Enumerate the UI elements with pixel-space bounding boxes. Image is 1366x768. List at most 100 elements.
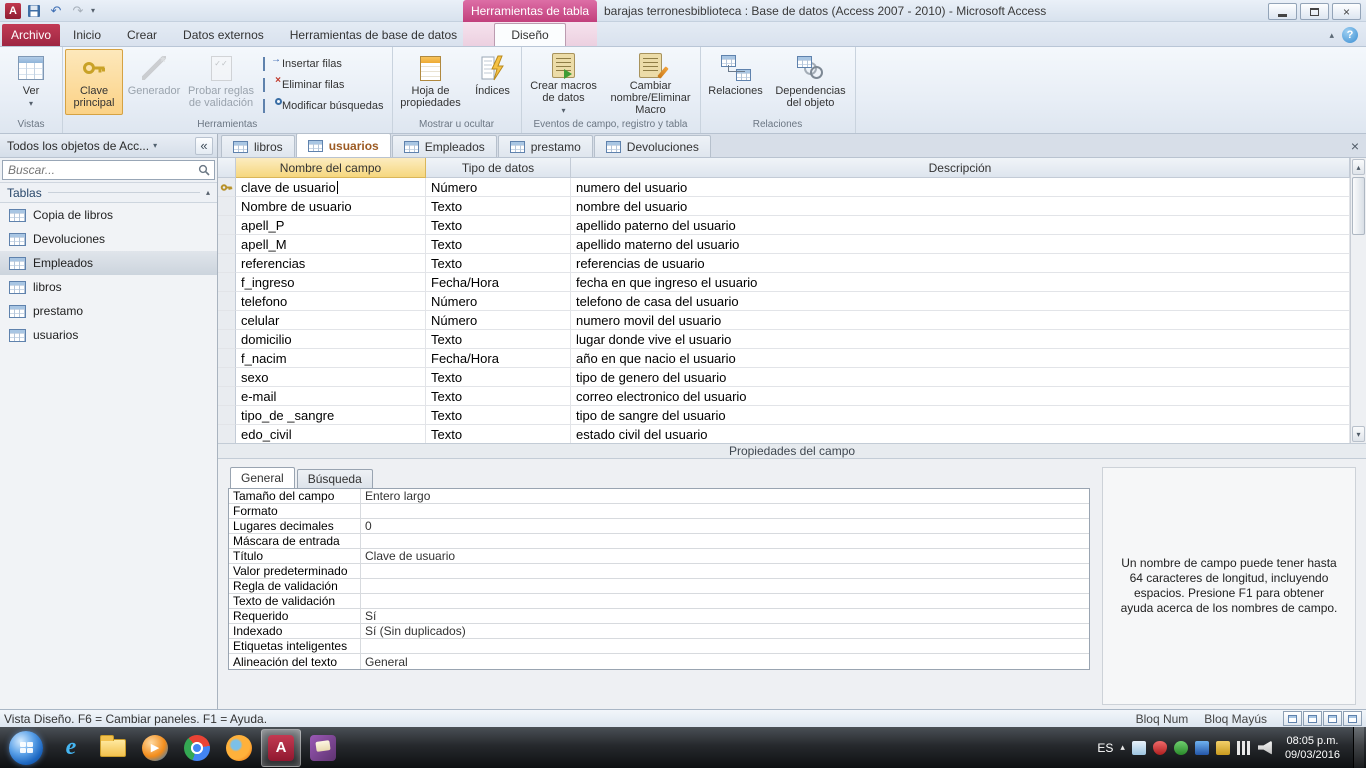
data-type-cell[interactable]: Texto [426, 406, 571, 425]
data-type-cell[interactable]: Fecha/Hora [426, 349, 571, 368]
table-row[interactable]: apell_P Texto apellido paterno del usuar… [218, 216, 1350, 235]
row-selector[interactable] [218, 406, 236, 425]
relationships-button[interactable]: Relaciones [703, 49, 769, 115]
description-cell[interactable]: apellido materno del usuario [571, 235, 1350, 254]
help-icon[interactable]: ? [1342, 27, 1358, 43]
field-name-cell[interactable]: apell_M [236, 235, 426, 254]
tab-general[interactable]: General [230, 467, 295, 488]
description-cell[interactable]: correo electronico del usuario [571, 387, 1350, 406]
data-type-cell[interactable]: Texto [426, 235, 571, 254]
data-type-cell[interactable]: Texto [426, 425, 571, 444]
row-selector[interactable] [218, 387, 236, 406]
data-type-cell[interactable]: Texto [426, 197, 571, 216]
redo-icon[interactable]: ↷ [69, 2, 87, 20]
show-desktop-button[interactable] [1353, 727, 1364, 768]
field-name-cell[interactable]: apell_P [236, 216, 426, 235]
nav-item-usuarios[interactable]: usuarios [0, 323, 217, 347]
tab-datos-externos[interactable]: Datos externos [170, 24, 277, 46]
section-collapse-icon[interactable]: ▴ [206, 188, 210, 197]
property-row[interactable]: TítuloClave de usuario [229, 549, 1089, 564]
insert-rows-button[interactable]: → Insertar filas [263, 55, 384, 72]
row-selector[interactable] [218, 235, 236, 254]
minimize-ribbon-icon[interactable]: ▴ [1329, 30, 1334, 41]
undo-icon[interactable]: ↶ [47, 2, 65, 20]
property-row[interactable]: Lugares decimales0 [229, 519, 1089, 534]
row-selector[interactable] [218, 197, 236, 216]
field-name-cell[interactable]: f_ingreso [236, 273, 426, 292]
tray-sync-icon[interactable] [1195, 741, 1209, 755]
tab-crear[interactable]: Crear [114, 24, 170, 46]
row-selector[interactable] [218, 368, 236, 387]
qat-customize-icon[interactable]: ▾ [91, 6, 95, 15]
field-name-cell[interactable]: referencias [236, 254, 426, 273]
nav-pane-header[interactable]: Todos los objetos de Acc... ▾ « [0, 134, 217, 158]
table-row[interactable]: clave de usuario Número numero del usuar… [218, 178, 1350, 197]
nav-item-prestamo[interactable]: prestamo [0, 299, 217, 323]
data-type-cell[interactable]: Texto [426, 368, 571, 387]
nav-pane-dropdown-icon[interactable]: ▾ [153, 141, 157, 150]
taskbar-explorer-icon[interactable] [93, 729, 133, 767]
close-document-icon[interactable]: × [1351, 138, 1359, 154]
description-header[interactable]: Descripción [571, 158, 1350, 178]
access-app-icon[interactable]: A [5, 3, 21, 19]
data-type-header[interactable]: Tipo de datos [426, 158, 571, 178]
nav-item-empleados[interactable]: Empleados [0, 251, 217, 275]
description-cell[interactable]: nombre del usuario [571, 197, 1350, 216]
description-cell[interactable]: año en que nacio el usuario [571, 349, 1350, 368]
data-type-cell[interactable]: Número [426, 292, 571, 311]
doc-tab-devoluciones[interactable]: Devoluciones [594, 135, 711, 157]
table-row[interactable]: tipo_de _sangre Texto tipo de sangre del… [218, 406, 1350, 425]
maximize-button[interactable] [1300, 3, 1329, 20]
tab-diseno[interactable]: Diseño [494, 23, 565, 46]
doc-tab-usuarios[interactable]: usuarios [296, 133, 391, 157]
scroll-down-icon[interactable]: ▾ [1352, 426, 1365, 442]
property-row[interactable]: Máscara de entrada [229, 534, 1089, 549]
primary-key-button[interactable]: Clave principal [65, 49, 123, 115]
property-row[interactable]: Valor predeterminado [229, 564, 1089, 579]
doc-tab-libros[interactable]: libros [221, 135, 295, 157]
property-row[interactable]: Formato [229, 504, 1089, 519]
rename-delete-macro-button[interactable]: Cambiar nombre/Eliminar Macro [604, 49, 698, 115]
taskbar-access-icon[interactable]: A [261, 729, 301, 767]
data-type-cell[interactable]: Texto [426, 387, 571, 406]
nav-item-devoluciones[interactable]: Devoluciones [0, 227, 217, 251]
field-name-cell[interactable]: telefono [236, 292, 426, 311]
tray-shield-icon[interactable] [1153, 741, 1167, 755]
row-selector[interactable] [218, 349, 236, 368]
field-name-cell[interactable]: celular [236, 311, 426, 330]
description-cell[interactable]: telefono de casa del usuario [571, 292, 1350, 311]
description-cell[interactable]: numero del usuario [571, 178, 1350, 197]
property-row[interactable]: Texto de validación [229, 594, 1089, 609]
row-selector[interactable] [218, 273, 236, 292]
taskbar-paint-icon[interactable] [303, 729, 343, 767]
row-selector[interactable] [218, 425, 236, 444]
scroll-thumb[interactable] [1352, 177, 1365, 235]
modify-lookups-button[interactable]: Modificar búsquedas [263, 97, 384, 114]
search-input[interactable] [2, 160, 215, 180]
field-name-cell[interactable]: tipo_de _sangre [236, 406, 426, 425]
tray-update-icon[interactable] [1174, 741, 1188, 755]
row-selector[interactable] [218, 292, 236, 311]
description-cell[interactable]: estado civil del usuario [571, 425, 1350, 444]
data-type-cell[interactable]: Fecha/Hora [426, 273, 571, 292]
field-name-header[interactable]: Nombre del campo [236, 158, 426, 178]
taskbar-media-player-icon[interactable]: ▶ [135, 729, 175, 767]
table-row[interactable]: apell_M Texto apellido materno del usuar… [218, 235, 1350, 254]
description-cell[interactable]: referencias de usuario [571, 254, 1350, 273]
description-cell[interactable]: lugar donde vive el usuario [571, 330, 1350, 349]
nav-section-tablas[interactable]: Tablas ▴ [0, 183, 217, 203]
create-data-macros-button[interactable]: Crear macros de datos ▾ [524, 49, 604, 115]
save-icon[interactable] [25, 2, 43, 20]
taskbar-firefox-icon[interactable] [219, 729, 259, 767]
tray-flag-icon[interactable] [1216, 741, 1230, 755]
object-dependencies-button[interactable]: Dependencias del objeto [769, 49, 853, 115]
pivotchart-view-button[interactable] [1323, 711, 1342, 726]
tab-inicio[interactable]: Inicio [60, 24, 114, 46]
field-name-cell[interactable]: domicilio [236, 330, 426, 349]
table-row[interactable]: celular Número numero movil del usuario [218, 311, 1350, 330]
data-type-cell[interactable]: Texto [426, 254, 571, 273]
property-row[interactable]: Alineación del textoGeneral [229, 654, 1089, 669]
field-name-cell[interactable]: clave de usuario [236, 178, 426, 197]
nav-pane-collapse-icon[interactable]: « [195, 137, 213, 155]
pivottable-view-button[interactable] [1303, 711, 1322, 726]
